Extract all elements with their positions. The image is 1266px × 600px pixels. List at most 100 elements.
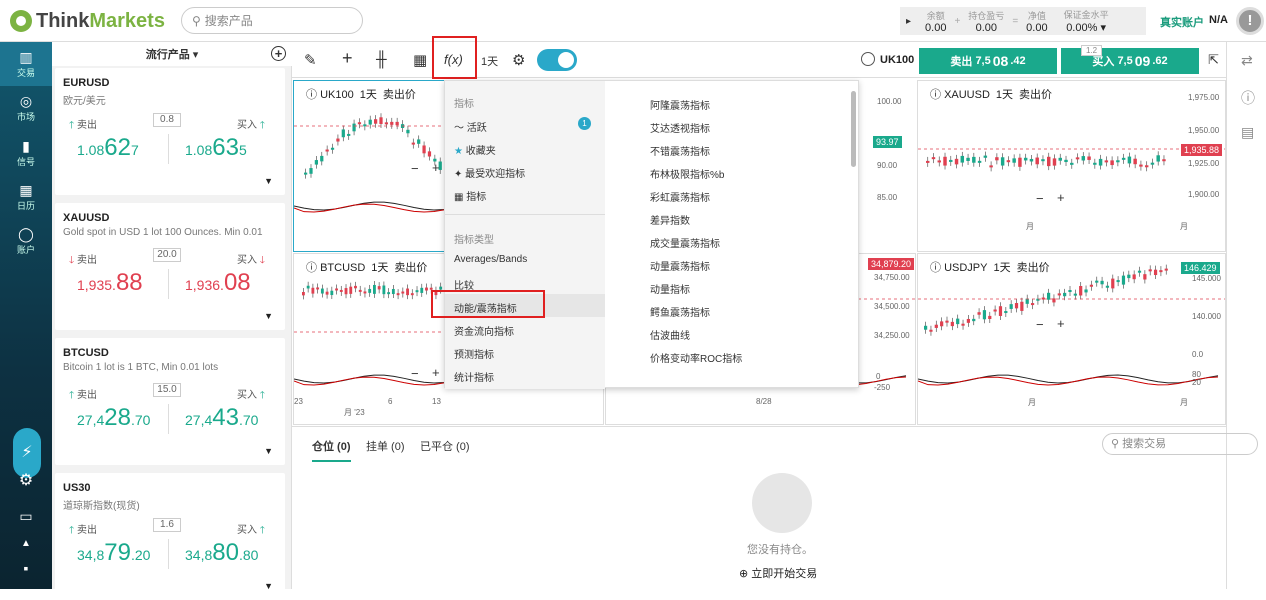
account-type[interactable]: 真实账户 <box>1160 14 1204 30</box>
tab-closed[interactable]: 已平仓 (0) <box>420 438 470 454</box>
indicator-item[interactable]: 价格变动率ROC指标 <box>650 350 742 365</box>
sidebar-item-trade[interactable]: ▥ 交易 <box>0 42 52 86</box>
menu-item-forecast[interactable]: 预测指标 <box>454 346 494 361</box>
buy-price[interactable]: 1.08635 <box>185 134 247 162</box>
zoom-in-icon[interactable]: + <box>432 365 440 380</box>
timeframe-select[interactable]: 1天 <box>481 53 498 69</box>
market-symbol: US30 <box>63 482 91 494</box>
zoom-in-icon[interactable]: + <box>1057 190 1065 205</box>
menu-item-popular[interactable]: ✦ 最受欢迎指标 <box>454 165 525 180</box>
indicator-item[interactable]: 鳄鱼震荡指标 <box>650 304 710 319</box>
chart-pane-usdjpy[interactable]: ⓘ USDJPY 1天 卖出价 146.429 145.000 140.000 0.… <box>917 253 1226 425</box>
add-market-icon[interactable]: + <box>271 46 286 61</box>
indicator-categories: 指标 〜 活跃 1 ★ 收藏夹 ✦ 最受欢迎指标 ▦ 指标 指标类型 Avera… <box>445 81 605 389</box>
market-card-eurusd[interactable]: EURUSD 欧元/美元 🡑 卖出 0.8 买入 🡑 1.08627 1.086… <box>55 68 285 195</box>
news-icon[interactable]: ▤ <box>1241 124 1254 141</box>
market-card-btcusd[interactable]: BTCUSD Bitcoin 1 lot is 1 BTC, Min 0.01 … <box>55 338 285 465</box>
sell-label[interactable]: 🡑 卖出 <box>69 116 97 135</box>
margin-level[interactable]: 保证金水平 0.00% ▾ <box>1056 7 1117 35</box>
zoom-in-icon[interactable]: + <box>1057 316 1065 331</box>
menu-item-indicators[interactable]: ▦ 指标 <box>454 188 486 203</box>
candlestick-icon[interactable]: ╫ <box>376 51 387 68</box>
crosshair-plus-icon[interactable]: + <box>342 48 353 69</box>
markets-category[interactable]: 流行产品 ▾ <box>146 46 199 62</box>
buy-label[interactable]: 买入 🡓 <box>237 251 265 270</box>
sidebar-item-account[interactable]: ◯ 账户 <box>0 225 52 256</box>
buy-label[interactable]: 买入 🡑 <box>237 116 265 135</box>
logo[interactable]: ThinkMarkets <box>10 8 165 34</box>
menu-item-favorites[interactable]: ★ 收藏夹 <box>454 142 496 157</box>
indicator-item[interactable]: 差异指数 <box>650 212 690 227</box>
draw-pencil-icon[interactable]: ✎ <box>304 51 317 69</box>
menu-item-money-flow[interactable]: 资金流向指标 <box>454 323 514 338</box>
sidebar-item-calendar[interactable]: ▦ 日历 <box>0 181 52 212</box>
sell-price[interactable]: 34,879.20 <box>77 539 150 567</box>
menu-item-averages[interactable]: Averages/Bands <box>454 254 527 265</box>
indicator-item[interactable]: 艾达透视指标 <box>650 120 710 135</box>
candle <box>1148 269 1152 272</box>
account-summary[interactable]: ▸ 余额 0.00 + 持仓盈亏 0.00 = 净值 0.00 保证金水平 0.00% … <box>900 7 1146 35</box>
zoom-out-icon[interactable]: − <box>1036 191 1044 206</box>
search-input[interactable]: ⚲ 搜索产品 <box>181 7 363 34</box>
zoom-out-icon[interactable]: − <box>411 366 419 381</box>
candle <box>373 284 376 294</box>
alert-icon[interactable]: ! <box>1236 7 1264 35</box>
sell-label[interactable]: 🡑 卖出 <box>69 521 97 540</box>
indicator-item[interactable]: 动量指标 <box>650 281 690 296</box>
book-icon[interactable]: ▭ <box>0 508 52 525</box>
trade-search-input[interactable]: ⚲ 搜索交易 <box>1102 433 1258 455</box>
buy-price[interactable]: 27,443.70 <box>185 404 258 432</box>
market-card-xauusd[interactable]: XAUUSD Gold spot in USD 1 lot 100 Ounces… <box>55 203 285 330</box>
y-axis-label: 34,250.00 <box>874 331 910 340</box>
external-link-icon[interactable]: ⇱ <box>1208 52 1219 68</box>
sell-price[interactable]: 27,428.70 <box>77 404 150 432</box>
expand-caret-icon[interactable]: ▼ <box>264 176 273 186</box>
buy-price[interactable]: 1,936.08 <box>185 269 251 297</box>
zoom-in-icon[interactable]: + <box>432 160 440 175</box>
indicator-item[interactable]: 动量震荡指标 <box>650 258 710 273</box>
one-click-trading-toggle[interactable] <box>537 49 577 71</box>
sell-label[interactable]: 🡑 卖出 <box>69 386 97 405</box>
indicator-item[interactable]: 彩虹震荡指标 <box>650 189 710 204</box>
candle <box>1139 164 1143 167</box>
info-icon[interactable]: ⓘ <box>1241 88 1255 108</box>
sell-label[interactable]: 🡓 卖出 <box>69 251 97 270</box>
start-trading-link[interactable]: ⊕ 立即开始交易 <box>739 565 817 581</box>
menu-scrollbar[interactable] <box>851 91 856 167</box>
expand-caret-icon[interactable]: ▼ <box>264 446 273 456</box>
indicator-item[interactable]: 成交量震荡指标 <box>650 235 720 250</box>
candle <box>406 129 410 134</box>
sell-price[interactable]: 1,935.88 <box>77 269 143 297</box>
expand-caret-icon[interactable]: ▼ <box>264 581 273 591</box>
candle <box>972 156 976 163</box>
candle <box>1098 158 1103 166</box>
sell-price[interactable]: 1.08627 <box>77 134 139 162</box>
settings-gear-icon[interactable]: ⚙ <box>0 470 52 490</box>
zoom-out-icon[interactable]: − <box>1036 317 1044 332</box>
settings-gear-icon[interactable]: ⚙ <box>512 51 525 69</box>
indicator-item[interactable]: 布林极限指标%b <box>650 166 724 181</box>
menu-item-statistics[interactable]: 统计指标 <box>454 369 494 384</box>
market-card-us30[interactable]: US30 道琼斯指数(现货) 🡑 卖出 1.6 买入 🡑 34,879.20 3… <box>55 473 285 600</box>
markets-header[interactable]: 流行产品 ▾ + <box>52 42 292 66</box>
tab-orders[interactable]: 挂单 (0) <box>366 438 405 454</box>
chat-icon[interactable]: ▪ <box>0 560 52 576</box>
indicator-item[interactable]: 估波曲线 <box>650 327 690 342</box>
indicator-item[interactable]: 不错震荡指标 <box>650 143 710 158</box>
indicator-item[interactable]: 阿隆震荡指标 <box>650 97 710 112</box>
buy-label[interactable]: 买入 🡑 <box>237 386 265 405</box>
sidebar-item-markets[interactable]: ◎ 市场 <box>0 92 52 123</box>
swap-arrows-icon[interactable]: ⇄ <box>1241 52 1253 69</box>
sell-button[interactable]: 卖出 7,5 08.42 <box>919 48 1057 74</box>
tab-positions[interactable]: 仓位 (0) <box>312 438 351 462</box>
layout-grid-icon[interactable]: ▦ <box>413 51 427 69</box>
scroll-up-icon[interactable]: ▲ <box>0 538 52 549</box>
menu-item-active[interactable]: 〜 活跃 <box>454 119 487 134</box>
collapse-arrow-icon[interactable]: ▸ <box>900 16 917 27</box>
sidebar-item-signals[interactable]: ▮ 信号 <box>0 137 52 168</box>
chart-pane-xauusd[interactable]: ⓘ XAUUSD 1天 卖出价 1,975.00 1,950.00 1,925.00… <box>917 80 1226 252</box>
expand-caret-icon[interactable]: ▼ <box>264 311 273 321</box>
zoom-out-icon[interactable]: − <box>411 161 419 176</box>
buy-price[interactable]: 34,880.80 <box>185 539 258 567</box>
buy-label[interactable]: 买入 🡑 <box>237 521 265 540</box>
